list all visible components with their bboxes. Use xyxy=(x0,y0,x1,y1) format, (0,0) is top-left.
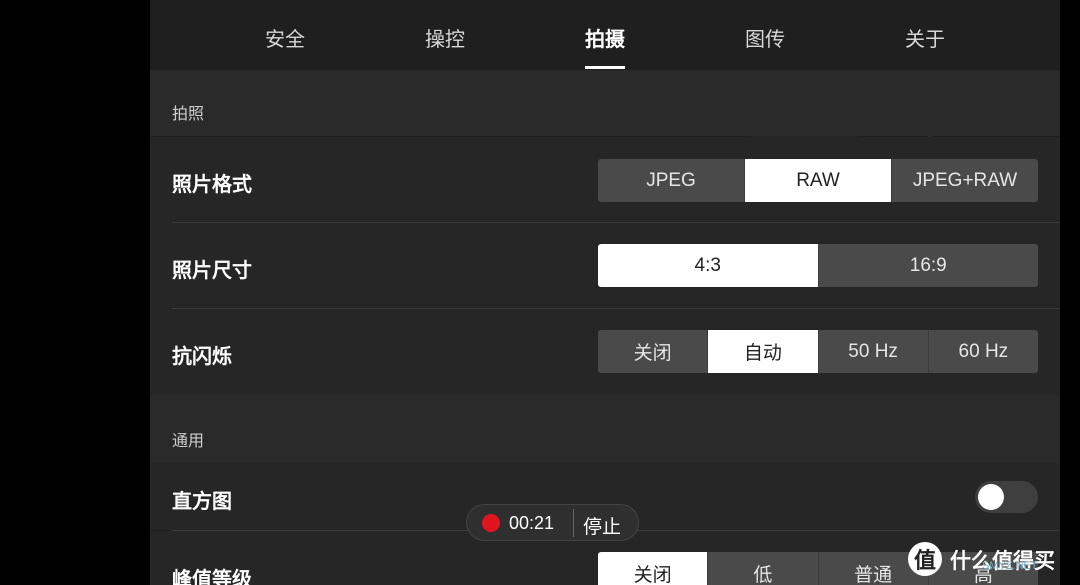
section-title-photo: 拍照 xyxy=(172,106,205,123)
photo-format-option-jpeg-raw[interactable]: JPEG+RAW xyxy=(891,159,1038,202)
peaking-option-off[interactable]: 关闭 xyxy=(598,552,708,585)
histogram-label: 直方图 xyxy=(172,491,232,513)
section-header-general: 通用 xyxy=(150,395,1060,463)
toggle-knob xyxy=(978,484,1004,510)
histogram-toggle[interactable] xyxy=(975,481,1038,513)
photo-format-selector: JPEG RAW JPEG+RAW xyxy=(598,159,1038,202)
photo-size-option-4-3[interactable]: 4:3 xyxy=(598,244,818,287)
section-header-photo: 拍照 xyxy=(150,70,1060,136)
anti-flicker-option-60hz[interactable]: 60 Hz xyxy=(927,330,1038,373)
peaking-label: 峰值等级 xyxy=(172,569,252,585)
photo-size-label: 照片尺寸 xyxy=(172,260,252,282)
settings-panel: 安全 操控 拍摄 图传 关于 拍照 照片格式 JPEG RAW JPEG+RAW… xyxy=(150,0,1060,585)
photo-size-option-16-9[interactable]: 16:9 xyxy=(817,244,1039,287)
tab-transmission[interactable]: 图传 xyxy=(745,23,785,52)
photo-format-option-raw[interactable]: RAW xyxy=(744,159,891,202)
row-anti-flicker: 抗闪烁 关闭 自动 50 Hz 60 Hz xyxy=(150,309,1060,395)
watermark-url: SMYZ.NET xyxy=(982,560,1038,572)
anti-flicker-option-50hz[interactable]: 50 Hz xyxy=(817,330,928,373)
section-title-general: 通用 xyxy=(172,433,205,450)
row-photo-size: 照片尺寸 4:3 16:9 xyxy=(150,223,1060,309)
anti-flicker-option-off[interactable]: 关闭 xyxy=(598,330,707,373)
anti-flicker-selector: 关闭 自动 50 Hz 60 Hz xyxy=(598,330,1038,373)
anti-flicker-option-auto[interactable]: 自动 xyxy=(707,330,818,373)
peaking-option-low[interactable]: 低 xyxy=(707,552,817,585)
recording-timer: 00:21 xyxy=(509,513,555,533)
row-photo-format: 照片格式 JPEG RAW JPEG+RAW xyxy=(150,137,1060,223)
photo-format-label: 照片格式 xyxy=(172,174,252,196)
tab-about[interactable]: 关于 xyxy=(905,23,945,52)
photo-size-selector: 4:3 16:9 xyxy=(598,244,1038,287)
active-tab-indicator xyxy=(585,66,625,69)
tab-camera[interactable]: 拍摄 xyxy=(585,23,625,52)
watermark: 值 什么值得买 SMYZ.NET xyxy=(908,540,1080,580)
watermark-logo-icon: 值 xyxy=(908,542,942,576)
tab-safety[interactable]: 安全 xyxy=(265,23,305,52)
stop-recording-button[interactable]: 停止 xyxy=(583,512,621,539)
screen-recording-indicator: 00:21 停止 xyxy=(466,504,639,541)
settings-tab-bar: 安全 操控 拍摄 图传 关于 xyxy=(150,0,1060,70)
photo-format-option-jpeg[interactable]: JPEG xyxy=(598,159,744,202)
record-dot-icon xyxy=(482,514,500,532)
tab-control[interactable]: 操控 xyxy=(425,23,465,52)
divider xyxy=(573,509,574,537)
anti-flicker-label: 抗闪烁 xyxy=(172,346,232,368)
